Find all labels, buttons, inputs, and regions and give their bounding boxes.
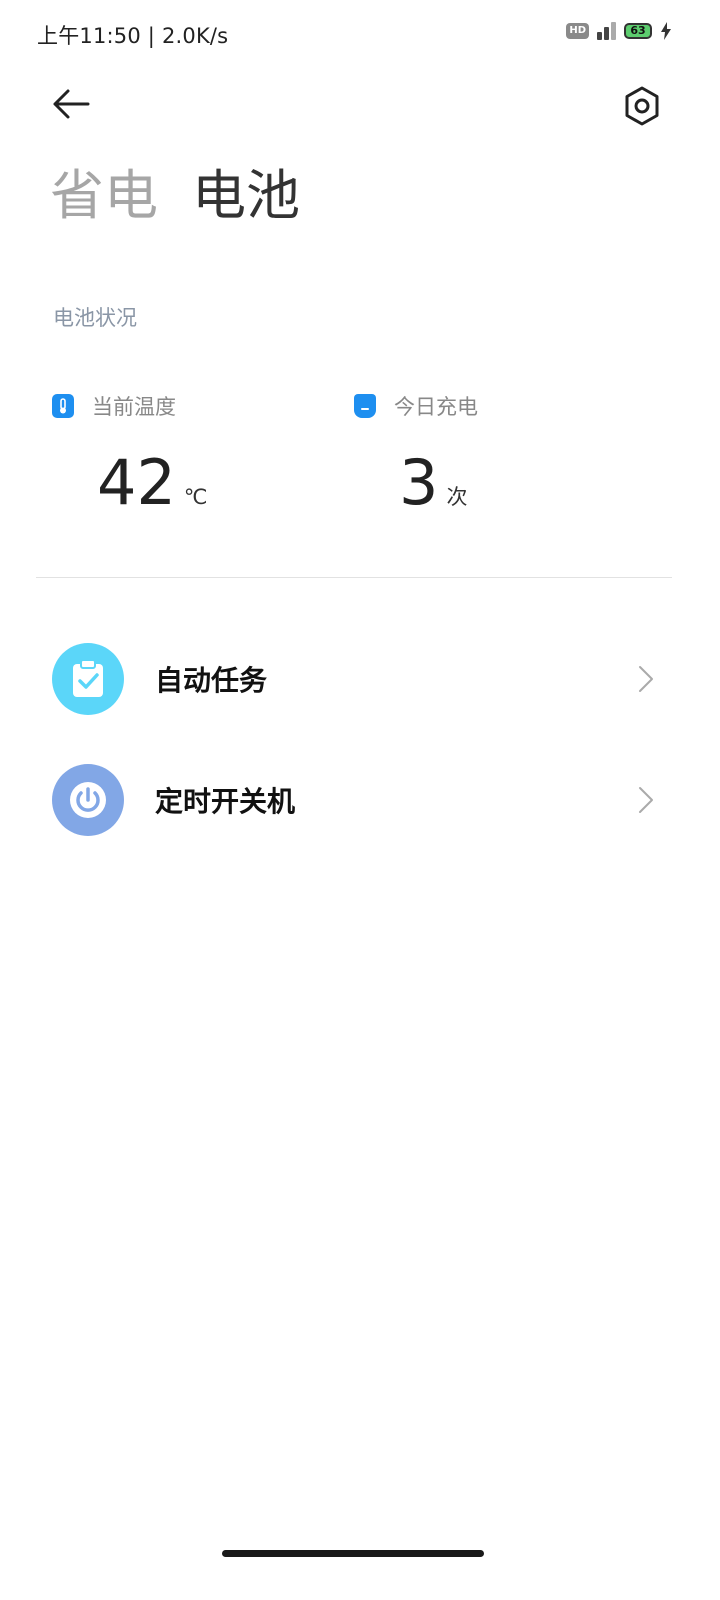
settings-hexagon-icon: [625, 86, 659, 126]
status-time: 上午11:50 | 2.0K/s: [37, 24, 229, 48]
chevron-right-icon: [639, 666, 653, 692]
signal-icon: [597, 22, 616, 40]
charging-unit: 次: [446, 485, 468, 509]
status-icons: HD 63: [566, 22, 672, 40]
home-indicator[interactable]: [222, 1550, 484, 1557]
charging-bolt-icon: [661, 22, 671, 40]
auto-task-label: 自动任务: [155, 664, 268, 697]
charging-value: 3: [399, 446, 439, 519]
back-button[interactable]: [50, 86, 94, 122]
arrow-left-icon: [53, 89, 90, 119]
temperature-stat: 当前温度 42 ℃: [52, 392, 208, 514]
tab-power-saving[interactable]: 省电: [50, 160, 158, 232]
scheduled-power-label: 定时开关机: [155, 785, 296, 818]
battery-page: 上午11:50 | 2.0K/s HD 63 省电 电池 电池状况 当前温度 4…: [0, 0, 720, 1600]
divider: [36, 577, 672, 578]
thermometer-icon: [52, 394, 74, 418]
clipboard-check-icon: [52, 643, 124, 715]
hd-badge: HD: [566, 23, 589, 39]
battery-level: 63: [630, 24, 646, 37]
temperature-unit: ℃: [183, 485, 208, 509]
section-title: 电池状况: [53, 306, 137, 330]
status-bar: 上午11:50 | 2.0K/s HD 63: [0, 0, 720, 70]
power-icon: [52, 764, 124, 836]
list-item-auto-task[interactable]: 自动任务: [0, 624, 720, 734]
temperature-value: 42: [97, 446, 176, 519]
plug-icon: [354, 394, 376, 418]
settings-button[interactable]: [620, 84, 664, 128]
battery-icon: 63: [624, 23, 652, 39]
temperature-label: 当前温度: [92, 395, 176, 419]
charging-stat: 今日充电 3 次: [354, 392, 478, 514]
charging-label: 今日充电: [394, 395, 478, 419]
tab-battery[interactable]: 电池: [192, 160, 300, 232]
mode-tabs: 省电 电池: [50, 160, 300, 232]
chevron-right-icon: [639, 787, 653, 813]
list-item-scheduled-power[interactable]: 定时开关机: [0, 745, 720, 855]
